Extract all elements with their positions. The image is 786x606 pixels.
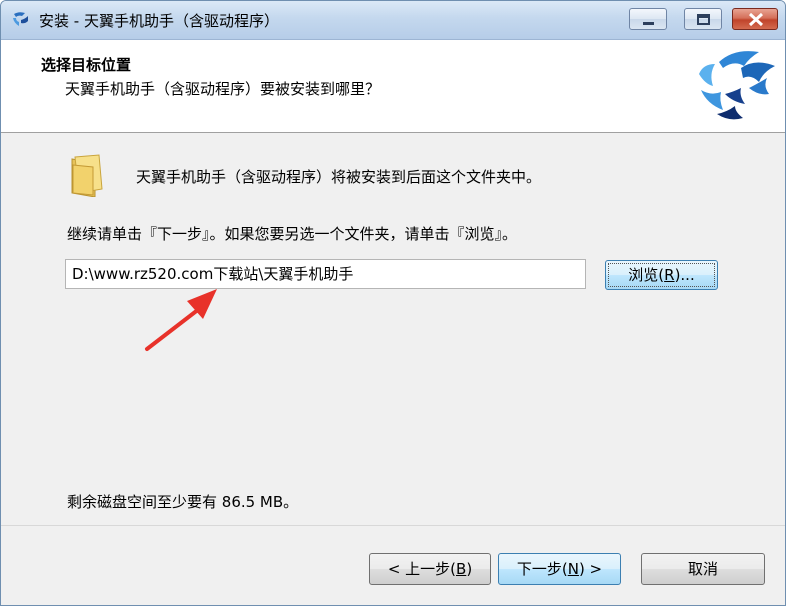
disk-space-requirement: 剩余磁盘空间至少要有 86.5 MB。 [67,493,299,511]
installer-window: 安装 - 天翼手机助手（含驱动程序） 选择目标位置 天翼手机助手（含驱动程序）要… [0,0,786,606]
cancel-button[interactable]: 取消 [641,553,765,585]
browse-accel-key: R [664,266,675,284]
wizard-header: 选择目标位置 天翼手机助手（含驱动程序）要被安装到哪里？ [1,40,785,133]
wizard-footer: < 上一步(B) 下一步(N) > 取消 [1,525,785,605]
maximize-button[interactable] [684,8,722,30]
page-title: 选择目标位置 [41,56,132,74]
close-icon [748,12,764,27]
page-subtitle: 天翼手机助手（含驱动程序）要被安装到哪里？ [65,80,381,98]
maximize-icon [697,14,710,25]
app-logo-icon [13,12,28,26]
product-logo-icon [699,51,775,120]
red-arrow-annotation [145,289,217,351]
folder-icon [71,154,103,197]
close-button[interactable] [732,8,778,30]
folder-message: 天翼手机助手（含驱动程序）将被安装到后面这个文件夹中。 [136,168,542,186]
next-button[interactable]: 下一步(N) > [498,553,621,585]
next-label-post: ) > [578,560,603,578]
back-label-pre: < 上一步( [387,560,457,578]
next-label-pre: 下一步( [516,560,568,578]
browse-label-pre: 浏览( [628,266,665,284]
next-accel-key: N [567,560,579,578]
window-title: 安装 - 天翼手机助手（含驱动程序） [39,12,279,30]
title-bar[interactable]: 安装 - 天翼手机助手（含驱动程序） [1,1,785,40]
back-button[interactable]: < 上一步(B) [369,553,491,585]
back-label-post: ) [466,560,473,578]
back-accel-key: B [456,560,467,578]
continue-instructions: 继续请单击『下一步』。如果您要另选一个文件夹，请单击『浏览』。 [67,225,518,243]
minimize-icon [643,22,654,25]
wizard-body: 天翼手机助手（含驱动程序）将被安装到后面这个文件夹中。 继续请单击『下一步』。如… [1,133,785,525]
browse-label-post: )... [674,266,695,284]
browse-button[interactable]: 浏览(R)... [605,260,718,290]
minimize-button[interactable] [629,8,667,30]
